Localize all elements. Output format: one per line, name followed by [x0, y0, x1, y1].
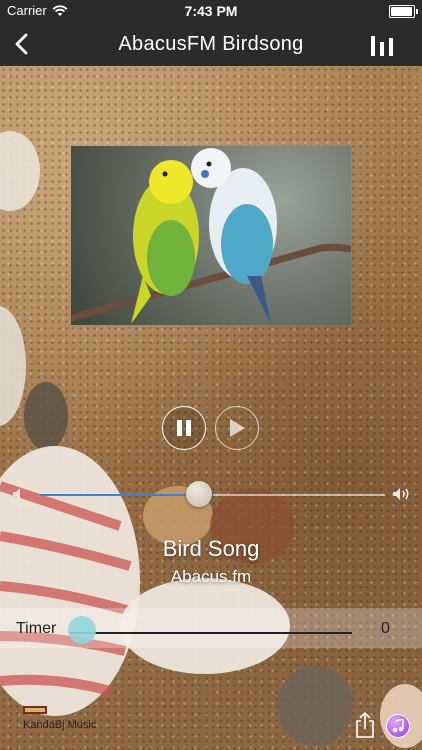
- timer-bar: [0, 608, 422, 648]
- album-art: [67, 146, 353, 325]
- battery-icon: [389, 5, 418, 18]
- song-title: Bird Song: [162, 536, 260, 561]
- timer-label: Timer: [16, 620, 57, 637]
- station-name: Abacus.fm: [170, 567, 252, 586]
- pause-button[interactable]: [162, 406, 206, 450]
- timer-value: 0: [381, 620, 390, 637]
- navigation-bar: AbacusFM Birdsong: [0, 22, 422, 66]
- share-icon[interactable]: [354, 712, 376, 738]
- play-icon: [230, 419, 245, 437]
- volume-high-icon: [393, 488, 409, 500]
- volume-low-icon: [13, 488, 20, 500]
- clock: 7:43 PM: [184, 3, 238, 19]
- page-title: AbacusFM Birdsong: [118, 32, 304, 55]
- kandabj-logo-icon: [23, 706, 47, 714]
- pause-icon: [177, 420, 191, 436]
- timer-slider[interactable]: [70, 632, 352, 634]
- music-note-glyph: [392, 719, 404, 733]
- parakeets-image: [67, 148, 353, 324]
- music-note-icon[interactable]: [386, 714, 410, 738]
- brand-label: KandaBj Music: [23, 719, 97, 731]
- chevron-left-icon[interactable]: [10, 31, 36, 57]
- bar-chart-icon[interactable]: [370, 34, 394, 56]
- volume-slider[interactable]: [40, 494, 385, 496]
- volume-slider-thumb[interactable]: [185, 481, 212, 507]
- timer-slider-thumb[interactable]: [68, 616, 96, 644]
- status-bar: Carrier 7:43 PM: [0, 0, 422, 22]
- play-button[interactable]: [215, 406, 259, 450]
